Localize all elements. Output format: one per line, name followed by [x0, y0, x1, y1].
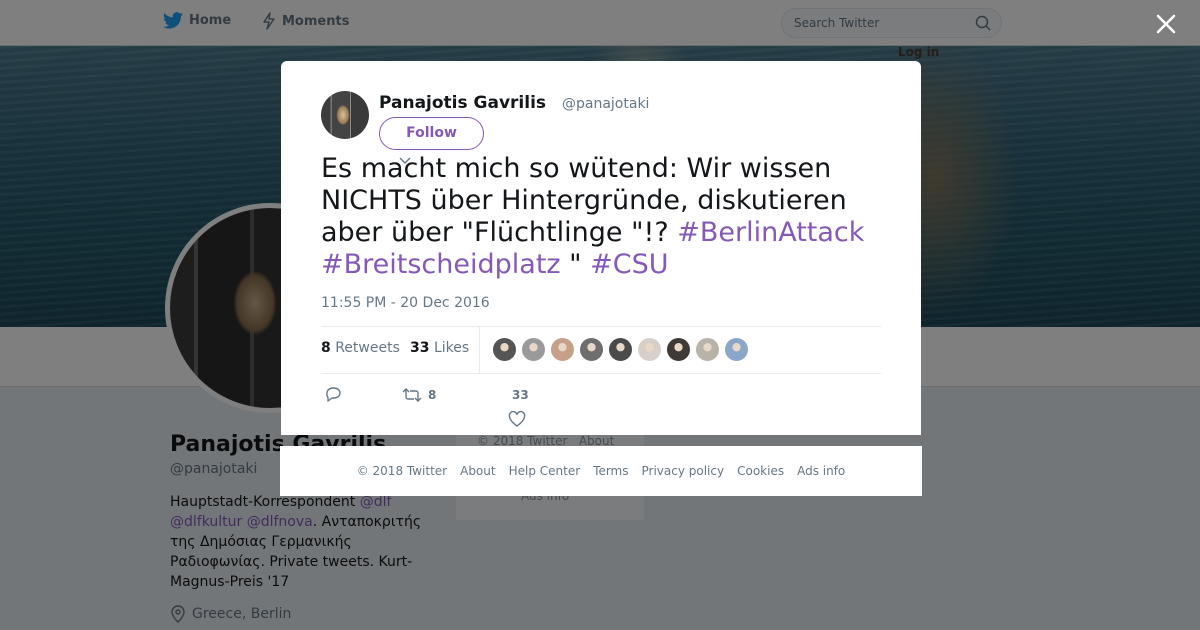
footer-link[interactable]: Help Center [509, 464, 581, 478]
author-avatar[interactable] [321, 91, 369, 139]
divider [321, 373, 881, 374]
hashtag-breitscheidplatz[interactable]: #Breitscheidplatz [321, 249, 561, 280]
heart-icon [508, 411, 526, 427]
footer-link[interactable]: Terms [593, 464, 628, 478]
reply-button[interactable] [324, 386, 342, 402]
footer-links: © 2018 Twitter About Help Center Terms Priva… [280, 446, 922, 496]
chevron-down-icon[interactable] [398, 155, 412, 165]
liker-avatar[interactable] [724, 337, 749, 362]
likes-count: 33 [410, 340, 430, 356]
reply-icon [326, 387, 341, 402]
liker-avatar[interactable] [637, 337, 662, 362]
like-action-count: 33 [512, 388, 529, 402]
divider [479, 327, 480, 373]
retweet-button[interactable]: 8 [402, 387, 436, 403]
liker-avatar[interactable] [492, 337, 517, 362]
author-name[interactable]: Panajotis Gavrilis [379, 93, 546, 113]
author-handle[interactable]: @panajotaki [562, 96, 649, 112]
like-button[interactable] [508, 411, 526, 427]
likes-stat[interactable]: 33 Likes [410, 340, 469, 356]
close-icon[interactable] [1152, 10, 1180, 38]
retweets-label: Retweets [335, 340, 400, 356]
footer-link[interactable]: Cookies [737, 464, 784, 478]
footer-link[interactable]: Privacy policy [642, 464, 725, 478]
liker-avatar[interactable] [579, 337, 604, 362]
retweet-action-count: 8 [428, 388, 437, 402]
tweet-text: Es macht mich so wütend: Wir wissen NICH… [321, 153, 891, 281]
liker-avatar[interactable] [550, 337, 575, 362]
hashtag-csu[interactable]: #CSU [590, 249, 668, 280]
liker-avatar[interactable] [521, 337, 546, 362]
retweets-stat[interactable]: 8 Retweets [321, 340, 400, 356]
likes-label: Likes [433, 340, 470, 356]
tweet-timestamp[interactable]: 11:55 PM - 20 Dec 2016 [321, 295, 490, 311]
tweet-text-part2: " [560, 249, 591, 280]
liker-avatar[interactable] [695, 337, 720, 362]
liker-avatar[interactable] [666, 337, 691, 362]
footer-link[interactable]: Ads info [797, 464, 845, 478]
follow-button[interactable]: Follow [379, 117, 484, 150]
tweet-modal: Panajotis Gavrilis @panajotaki Follow Es… [281, 61, 921, 435]
footer-link[interactable]: About [460, 464, 495, 478]
retweet-icon [402, 388, 422, 402]
retweets-count: 8 [321, 340, 331, 356]
divider [321, 326, 881, 327]
footer-copyright: © 2018 Twitter [356, 464, 448, 478]
hashtag-berlinattack[interactable]: #BerlinAttack [677, 217, 864, 248]
liker-avatar[interactable] [608, 337, 633, 362]
